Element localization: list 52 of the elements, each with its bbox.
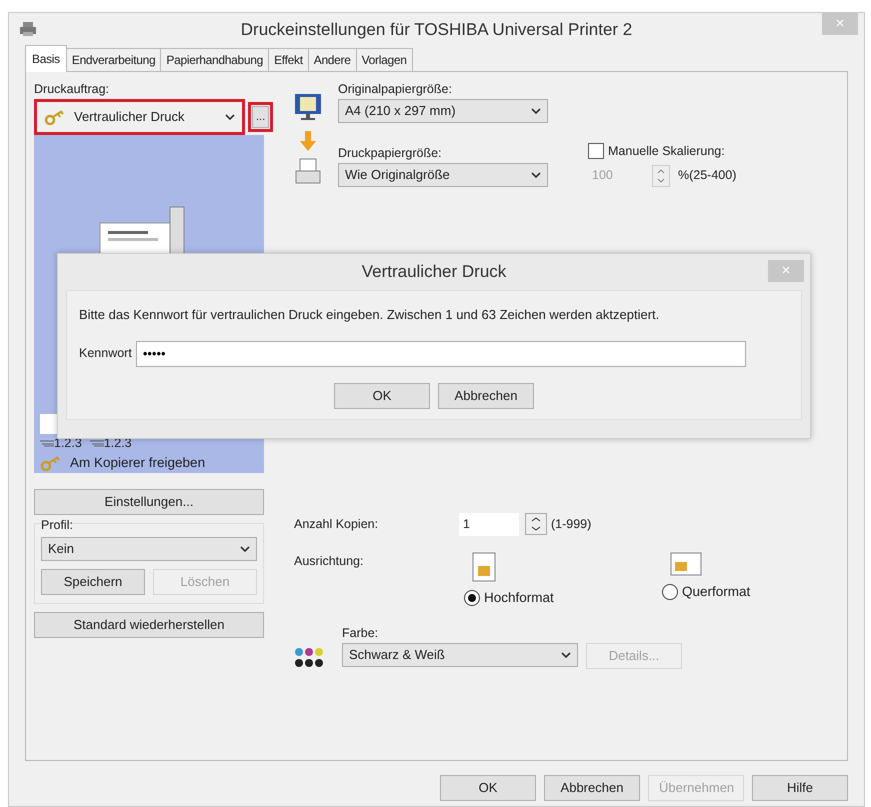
settings-button[interactable]: Einstellungen... <box>34 488 264 515</box>
field-label: Anzahl Kopien: <box>294 516 380 533</box>
profile-button[interactable]: Speichern <box>41 568 145 594</box>
footer-button[interactable]: OK <box>440 775 536 801</box>
field-label: Farbe: <box>342 624 380 642</box>
range-hint: %(25-400) <box>678 167 736 184</box>
monitor-icon <box>294 92 322 123</box>
dialog-button[interactable]: OK <box>334 382 430 408</box>
key-icon <box>40 454 62 471</box>
preview-caption: Am Kopierer freigeben <box>70 454 206 472</box>
group-label: Profil: <box>41 516 74 534</box>
caret-icon <box>240 544 250 552</box>
printer-icon <box>19 21 37 37</box>
field-label: Kennwort <box>79 345 132 362</box>
field-label: Druckauftrag: <box>34 81 110 98</box>
radio-label: Querformat <box>682 582 750 600</box>
field-label: Originalpapiergröße: <box>338 81 453 98</box>
color-dots-icon <box>294 646 326 668</box>
caret-icon <box>561 650 571 658</box>
radio-button[interactable] <box>464 590 480 606</box>
footer-button[interactable]: Abbrechen <box>544 775 640 801</box>
copies-field[interactable]: 1 <box>459 512 519 536</box>
field-label: Druckpapiergröße: <box>338 145 443 162</box>
checkbox-label: Manuelle Skalierung: <box>608 143 725 160</box>
field-label: Ausrichtung: <box>294 552 364 570</box>
radio-label: Hochformat <box>484 588 554 606</box>
checkbox[interactable] <box>588 143 604 160</box>
radio-button[interactable] <box>662 584 678 600</box>
spinner-icon <box>652 164 670 187</box>
window-title: Druckeinstellungen für TOSHIBA Universal Printer 2 <box>240 19 632 42</box>
range-hint: (1-999) <box>551 516 592 533</box>
restore-button[interactable]: Standard wiederherstellen <box>34 612 264 638</box>
landscape-page-icon <box>670 552 702 576</box>
spinner-icon <box>525 513 547 536</box>
dropdown[interactable]: Kein <box>41 536 257 560</box>
portrait-page-icon <box>472 552 496 582</box>
dialog-message: Bitte das Kennwort für vertraulichen Druck eingeben. Zwischen 1 und 63 Zeichen werden aktzeptiert. <box>79 306 660 324</box>
dropdown[interactable]: Schwarz & Weiß <box>342 642 578 666</box>
footer-button[interactable]: Hilfe <box>752 775 848 801</box>
stack-icon <box>90 439 104 448</box>
caret-icon <box>225 112 235 121</box>
caret-icon <box>531 106 541 115</box>
dialog-title: Vertraulicher Druck <box>362 261 506 284</box>
stack-icon <box>40 439 54 448</box>
dropdown[interactable]: Wie Originalgröße <box>338 162 548 187</box>
tab[interactable]: Vorlagen <box>356 48 413 71</box>
caret-icon <box>531 170 541 179</box>
dropdown[interactable]: A4 (210 x 297 mm) <box>338 98 548 123</box>
tab[interactable]: Basis <box>25 45 67 72</box>
key-icon <box>44 108 66 125</box>
dialog-button[interactable]: Abbrechen <box>438 382 534 408</box>
password-field[interactable]: ••••• <box>136 340 746 366</box>
